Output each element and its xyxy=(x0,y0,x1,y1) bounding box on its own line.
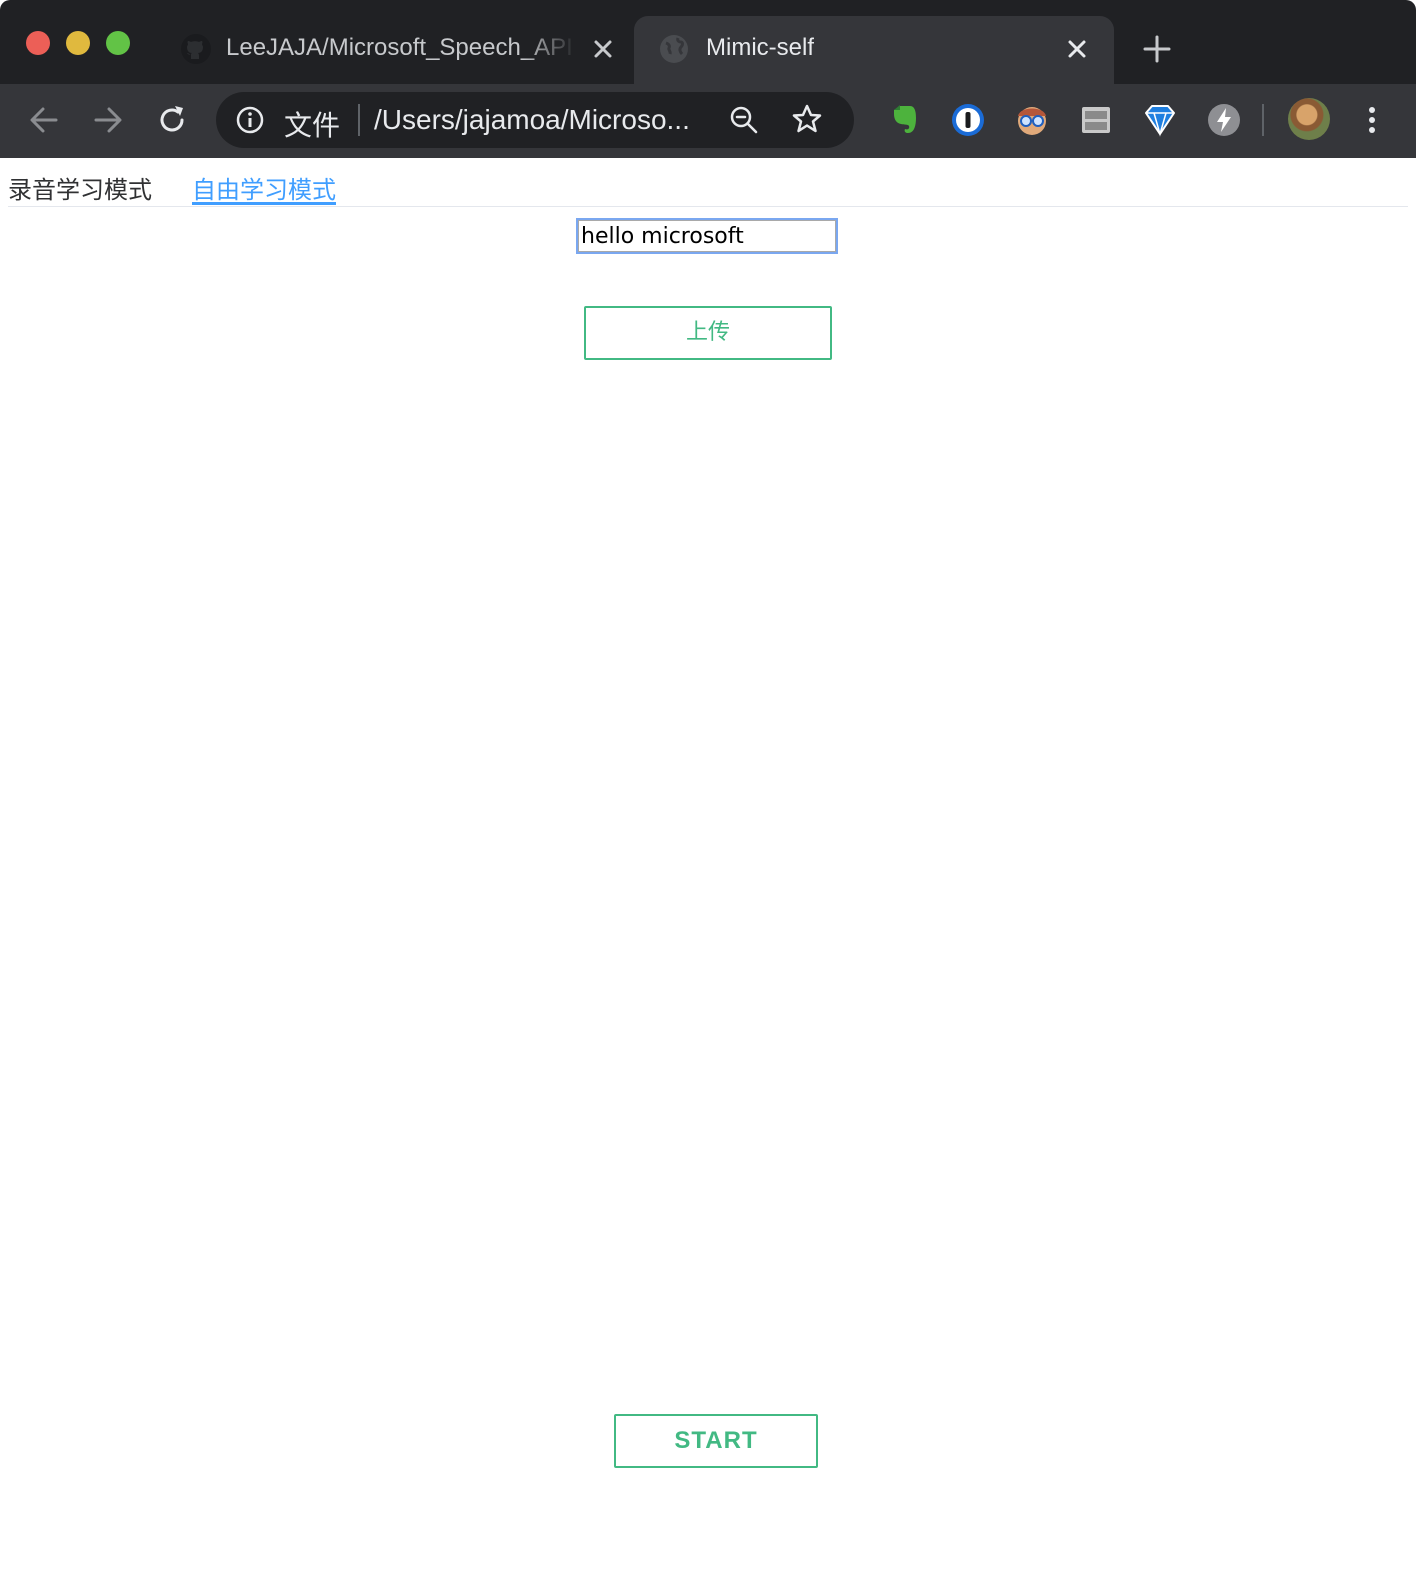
reload-icon[interactable] xyxy=(152,100,192,140)
text-input[interactable] xyxy=(576,218,838,254)
maximize-window-button[interactable] xyxy=(106,31,130,55)
omnibox-divider xyxy=(358,104,360,136)
close-tab-icon[interactable] xyxy=(1062,34,1092,64)
page-content: 录音学习模式 自由学习模式 上传 START xyxy=(0,158,1416,1592)
globe-icon xyxy=(660,35,688,63)
active-tab-indicator xyxy=(192,202,336,205)
browser-window: LeeJAJA/Microsoft_Speech_API Mimic-self xyxy=(0,0,1416,1592)
new-tab-icon[interactable] xyxy=(1142,34,1172,64)
browser-tab-mimic-self[interactable]: Mimic-self xyxy=(634,16,1114,84)
site-info-icon[interactable] xyxy=(236,106,264,134)
1password-icon[interactable] xyxy=(948,100,988,140)
close-tab-icon[interactable] xyxy=(588,34,618,64)
back-icon[interactable] xyxy=(24,100,64,140)
zoom-icon[interactable] xyxy=(728,104,760,136)
evernote-icon[interactable] xyxy=(884,100,924,140)
profile-avatar[interactable] xyxy=(1288,98,1330,140)
browser-toolbar: 文件 /Users/jajamoa/Microso... xyxy=(0,84,1416,158)
more-menu-icon[interactable] xyxy=(1360,100,1384,140)
bookmark-star-icon[interactable] xyxy=(790,102,824,136)
bolt-icon[interactable] xyxy=(1204,100,1244,140)
browser-chrome: LeeJAJA/Microsoft_Speech_API Mimic-self xyxy=(0,0,1416,158)
upload-button[interactable]: 上传 xyxy=(584,306,832,360)
tab-recording-mode[interactable]: 录音学习模式 xyxy=(8,170,152,205)
tab-strip: LeeJAJA/Microsoft_Speech_API Mimic-self xyxy=(0,0,1416,84)
stack-icon[interactable] xyxy=(1076,100,1116,140)
close-window-button[interactable] xyxy=(26,31,50,55)
tab-free-mode[interactable]: 自由学习模式 xyxy=(192,170,336,205)
diamond-icon[interactable] xyxy=(1140,100,1180,140)
reader-glasses-icon[interactable] xyxy=(1012,100,1052,140)
mode-tabs: 录音学习模式 自由学习模式 xyxy=(8,158,1408,207)
toolbar-divider xyxy=(1262,104,1264,136)
url-text[interactable]: /Users/jajamoa/Microso... xyxy=(374,104,690,136)
tab-title: LeeJAJA/Microsoft_Speech_API xyxy=(226,34,573,61)
github-icon xyxy=(181,34,211,64)
minimize-window-button[interactable] xyxy=(66,31,90,55)
forward-icon[interactable] xyxy=(88,100,128,140)
start-button[interactable]: START xyxy=(614,1414,818,1468)
address-bar[interactable]: 文件 /Users/jajamoa/Microso... xyxy=(216,92,854,148)
browser-tab-github[interactable]: LeeJAJA/Microsoft_Speech_API xyxy=(176,16,626,84)
tab-title: Mimic-self xyxy=(706,34,814,61)
scheme-label: 文件 xyxy=(284,110,341,141)
